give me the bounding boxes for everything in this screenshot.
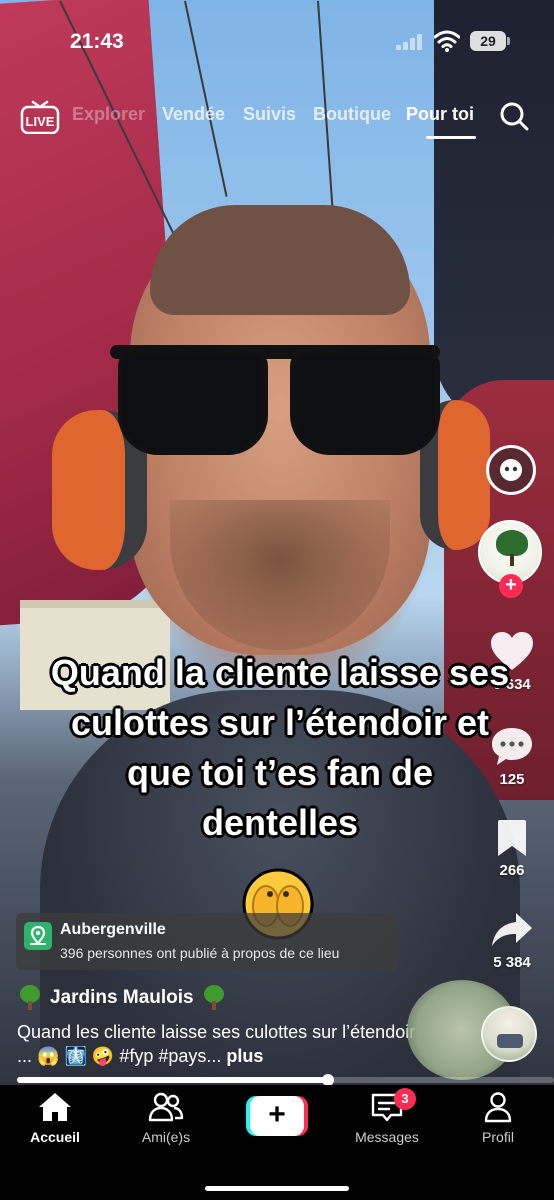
tab-pour-toi[interactable]: Pour toi <box>406 104 496 139</box>
battery-indicator: 29 <box>470 31 510 51</box>
post-author[interactable]: Jardins Maulois <box>18 984 226 1012</box>
live-label: LIVE <box>26 114 55 129</box>
caption-line: dentelles <box>201 802 359 843</box>
location-subtitle: 396 personnes ont publié à propos de ce … <box>60 945 340 961</box>
share-icon <box>492 913 532 946</box>
reaction-button[interactable] <box>486 445 536 495</box>
home-icon <box>39 1093 71 1121</box>
location-pin-icon <box>24 922 52 950</box>
search-icon[interactable] <box>498 100 530 132</box>
wifi-icon <box>434 30 460 52</box>
video-progress-fill <box>17 1077 329 1083</box>
location-chip[interactable]: Aubergenville 396 personnes ont publié à… <box>16 913 399 970</box>
tab-boutique[interactable]: Boutique <box>313 104 406 125</box>
video-scene-lens <box>290 350 440 455</box>
tree-icon <box>18 985 42 1011</box>
video-scene-lens <box>118 350 268 455</box>
sound-disc[interactable] <box>405 980 537 1080</box>
home-indicator[interactable] <box>205 1186 349 1191</box>
sound-avatar <box>481 1006 537 1062</box>
nav-home-label: Accueil <box>30 1129 80 1145</box>
nav-home[interactable]: Accueil <box>5 1091 105 1145</box>
cellular-signal-icon <box>396 34 422 50</box>
create-plus-label: + <box>250 1096 304 1136</box>
nav-profile[interactable]: Profil <box>448 1091 548 1145</box>
nav-messages[interactable]: Messages <box>337 1091 437 1145</box>
creator-avatar[interactable]: + <box>478 520 544 598</box>
share-button[interactable]: 5 384 <box>484 910 540 971</box>
status-bar: 21:43 29 <box>0 0 554 80</box>
video-progress-bar[interactable] <box>17 1074 554 1086</box>
nav-messages-label: Messages <box>355 1129 419 1145</box>
caption-line: culottes sur l’étendoir et <box>70 702 490 743</box>
status-time: 21:43 <box>70 30 124 53</box>
create-button[interactable]: + <box>246 1096 308 1136</box>
video-scene-hair <box>150 205 410 315</box>
post-description[interactable]: Quand les cliente laisse ses culottes su… <box>17 1020 417 1068</box>
nav-friends[interactable]: Ami(e)s <box>116 1091 216 1145</box>
smiley-icon <box>500 459 522 481</box>
tab-suivis[interactable]: Suivis <box>243 104 313 125</box>
bottom-navigation: Accueil Ami(e)s + Messages Profil <box>0 1085 554 1200</box>
caption-line: que toi t’es fan de <box>126 752 434 793</box>
location-title: Aubergenville <box>60 921 166 938</box>
follow-plus-button[interactable]: + <box>499 574 523 598</box>
friends-icon <box>148 1092 184 1122</box>
live-icon[interactable]: LIVE <box>20 98 60 134</box>
save-count: 266 <box>499 862 525 879</box>
nav-friends-label: Ami(e)s <box>141 1129 191 1145</box>
tree-logo-icon <box>496 530 528 556</box>
profile-icon <box>484 1092 512 1123</box>
hashtags[interactable]: #fyp #pays... <box>119 1046 221 1066</box>
caption-line: Quand la cliente laisse ses <box>50 652 510 693</box>
messages-badge: 3 <box>394 1088 416 1110</box>
scream-emoji-icon: 😱 <box>37 1046 60 1066</box>
top-navigation: LIVE Explorer Vendée Suivis Boutique Pou… <box>0 90 554 150</box>
tree-icon <box>202 985 226 1011</box>
author-name: Jardins Maulois <box>50 987 194 1008</box>
feed-tabs: Explorer Vendée Suivis Boutique Pour toi <box>72 104 496 139</box>
nav-profile-label: Profil <box>482 1129 514 1145</box>
tab-vendee[interactable]: Vendée <box>162 104 243 125</box>
zany-face-emoji-icon: 🤪 <box>91 1046 115 1066</box>
underwear-emoji-icon: 🩻 <box>64 1046 87 1066</box>
tab-explorer[interactable]: Explorer <box>72 104 162 125</box>
video-caption: Quand la cliente laisse ses culottes sur… <box>20 648 540 848</box>
more-link[interactable]: plus <box>226 1046 263 1066</box>
share-count: 5 384 <box>493 954 531 971</box>
